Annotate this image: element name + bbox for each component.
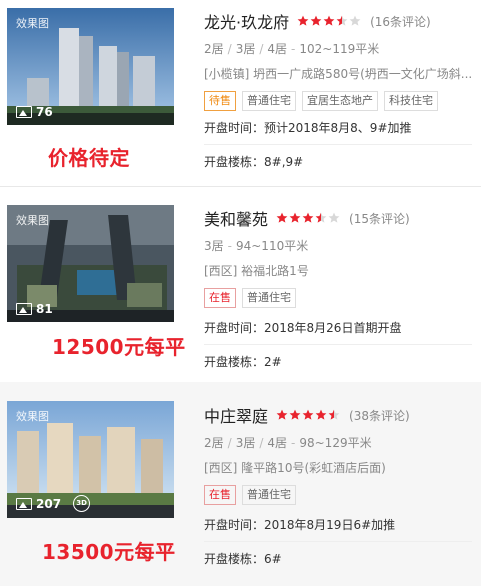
property-tag: 普通住宅 [242, 91, 296, 111]
room-type: 2居 [204, 42, 224, 56]
price: 13500元每平 [42, 540, 176, 564]
property-tag: 普通住宅 [242, 288, 296, 308]
status-badge: 在售 [204, 288, 236, 308]
effect-image-label: 效果图 [16, 214, 49, 227]
review-count[interactable]: (15条评论) [349, 210, 410, 227]
status-badge: 待售 [204, 91, 236, 111]
star-icon [276, 409, 288, 420]
open-time: 开盘时间：2018年8月19日6#加推 [204, 518, 396, 532]
listing-card[interactable]: 效果图 207 3D 13500元每平 中庄翠庭 (38条评论) 2居/3居/4… [0, 382, 481, 586]
property-tag: 科技住宅 [384, 91, 438, 111]
photo-count: 207 3D [16, 495, 91, 512]
photo-count: 81 [16, 302, 53, 316]
star-icon [323, 15, 335, 26]
room-type: 4居 [267, 436, 288, 450]
image-icon [16, 303, 32, 315]
address: [西区] 隆平路10号(彩虹酒店后面) [204, 461, 386, 475]
star-icon [328, 212, 340, 223]
star-icon [315, 212, 327, 223]
address: [西区] 裕福北路1号 [204, 264, 309, 278]
star-icon [297, 15, 309, 26]
effect-image-label: 效果图 [16, 410, 49, 423]
review-count[interactable]: (38条评论) [349, 407, 410, 424]
star-icon [302, 409, 314, 420]
tag-list: 待售 普通住宅 宜居生态地产 科技住宅 [204, 91, 474, 111]
star-icon [289, 409, 301, 420]
open-buildings: 开盘楼栋：2# [204, 355, 282, 369]
listing-list: 效果图 76 价格待定 龙光·玖龙府 (16条评论) 2居/3居/4居 -102~… [0, 0, 481, 586]
divider [204, 144, 472, 145]
star-icon [302, 212, 314, 223]
photo-count-value: 76 [36, 105, 53, 119]
area-range: 98~129平米 [299, 436, 372, 450]
listing-specs: 3居 -94~110平米 [204, 239, 309, 253]
listing-title[interactable]: 中庄翠庭 [204, 403, 268, 427]
listing-thumbnail[interactable]: 效果图 207 3D [7, 401, 174, 518]
area-range: 102~119平米 [299, 42, 380, 56]
area-range: 94~110平米 [235, 239, 309, 253]
tag-list: 在售 普通住宅 [204, 288, 474, 308]
star-icon [315, 409, 327, 420]
status-badge: 在售 [204, 485, 236, 505]
listing-card[interactable]: 效果图 76 价格待定 龙光·玖龙府 (16条评论) 2居/3居/4居 -102~… [0, 0, 481, 186]
review-count[interactable]: (16条评论) [370, 13, 431, 30]
listing-thumbnail[interactable]: 效果图 81 [7, 205, 174, 322]
star-icon [310, 15, 322, 26]
star-icon [336, 15, 348, 26]
listing-card[interactable]: 效果图 81 12500元每平 美和馨苑 (15条评论) 3居 -94~110平米… [0, 187, 481, 380]
star-icon [328, 409, 340, 420]
photo-count-value: 207 [36, 496, 62, 511]
property-tag: 普通住宅 [242, 485, 296, 505]
address: [小榄镇] 坍西一广成路580号(坍西一文化广场斜... [204, 67, 472, 81]
listing-specs: 2居/3居/4居 -98~129平米 [204, 436, 372, 450]
star-icon [289, 212, 301, 223]
divider [204, 344, 472, 345]
effect-image-label: 效果图 [16, 17, 49, 30]
tag-list: 在售 普通住宅 [204, 485, 474, 505]
room-type: 3居 [235, 436, 256, 450]
room-type: 3居 [204, 239, 224, 253]
image-icon [16, 106, 32, 118]
listing-title[interactable]: 美和馨苑 [204, 206, 268, 230]
listing-specs: 2居/3居/4居 -102~119平米 [204, 42, 380, 56]
open-time: 开盘时间：预计2018年8月8、9#加推 [204, 121, 412, 135]
room-type: 2居 [204, 436, 224, 450]
room-type: 4居 [267, 42, 288, 56]
property-tag: 宜居生态地产 [302, 91, 378, 111]
open-time: 开盘时间：2018年8月26日首期开盘 [204, 321, 402, 335]
room-type: 3居 [235, 42, 256, 56]
photo-count: 76 [16, 105, 53, 119]
rating-stars [276, 409, 341, 421]
star-icon [276, 212, 288, 223]
listing-thumbnail[interactable]: 效果图 76 [7, 8, 174, 125]
open-buildings: 开盘楼栋：8#,9# [204, 155, 304, 169]
image-icon [16, 497, 32, 510]
star-icon [349, 15, 361, 26]
divider [204, 541, 472, 542]
open-buildings: 开盘楼栋：6# [204, 552, 282, 566]
photo-count-value: 81 [36, 302, 53, 316]
price: 价格待定 [48, 146, 130, 170]
rating-stars [297, 15, 362, 27]
price: 12500元每平 [52, 335, 186, 359]
rating-stars [276, 212, 341, 224]
listing-title[interactable]: 龙光·玖龙府 [204, 9, 289, 33]
vr-3d-icon[interactable]: 3D [73, 495, 91, 512]
